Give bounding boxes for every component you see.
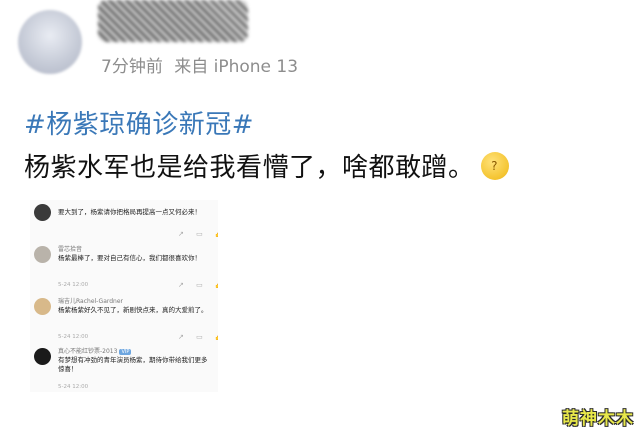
- commenter-name: 真心不能红钞票-2013 VIP: [58, 348, 132, 355]
- comment-text: 要大到了，杨紫请你把格局再提高一点又何必来！: [58, 208, 201, 216]
- comment-text: 杨紫最棒了，要对自己有信心，我们都很喜欢你！: [58, 254, 201, 262]
- username-blurred[interactable]: [98, 0, 248, 42]
- comment-date: 5-24 12:00: [58, 384, 89, 390]
- comment-text: 有梦想有冲劲的青年演员杨紫，期待你带给我们更多惊喜！: [58, 356, 208, 373]
- commenter-name: 瑞吉儿Rachel-Gardner: [58, 298, 124, 305]
- comment-actions[interactable]: ↗ ▭ 👍: [178, 230, 218, 238]
- post-meta: 7分钟前 来自 iPhone 13: [101, 52, 304, 77]
- topic-hashtag[interactable]: #杨紫琼确诊新冠#: [24, 104, 254, 141]
- post-text: 杨紫水军也是给我看懵了，啥都敢蹭。: [24, 153, 475, 183]
- embedded-comments-screenshot: 要大到了，杨紫请你把格局再提高一点又何必来！ ↗ ▭ 👍 雷芯拾音 杨紫最棒了，…: [30, 200, 218, 392]
- thinking-face-icon: ?: [480, 151, 509, 180]
- user-avatar[interactable]: [18, 10, 82, 74]
- comment-actions[interactable]: ↗ ▭ 👍: [178, 281, 218, 289]
- comment-date: 5-24 12:00: [58, 334, 89, 340]
- commenter-avatar: [34, 246, 51, 263]
- post-body: 杨紫水军也是给我看懵了，啥都敢蹭。?: [24, 147, 509, 184]
- post-source: 来自 iPhone 13: [174, 57, 299, 77]
- comment-text: 杨紫杨紫好久不见了，新剧快点来，真的大爱煎了。: [58, 306, 208, 314]
- watermark-text: 萌神木木: [562, 409, 634, 429]
- commenter-avatar: [34, 204, 51, 221]
- commenter-name: 雷芯拾音: [58, 246, 83, 253]
- comment-actions[interactable]: ↗ ▭ 👍: [178, 333, 218, 341]
- vip-badge: VIP: [119, 349, 132, 355]
- comment-date: 5-24 12:00: [58, 282, 89, 288]
- commenter-avatar: [34, 348, 51, 365]
- commenter-avatar: [34, 298, 51, 315]
- post-time: 7分钟前: [101, 57, 163, 77]
